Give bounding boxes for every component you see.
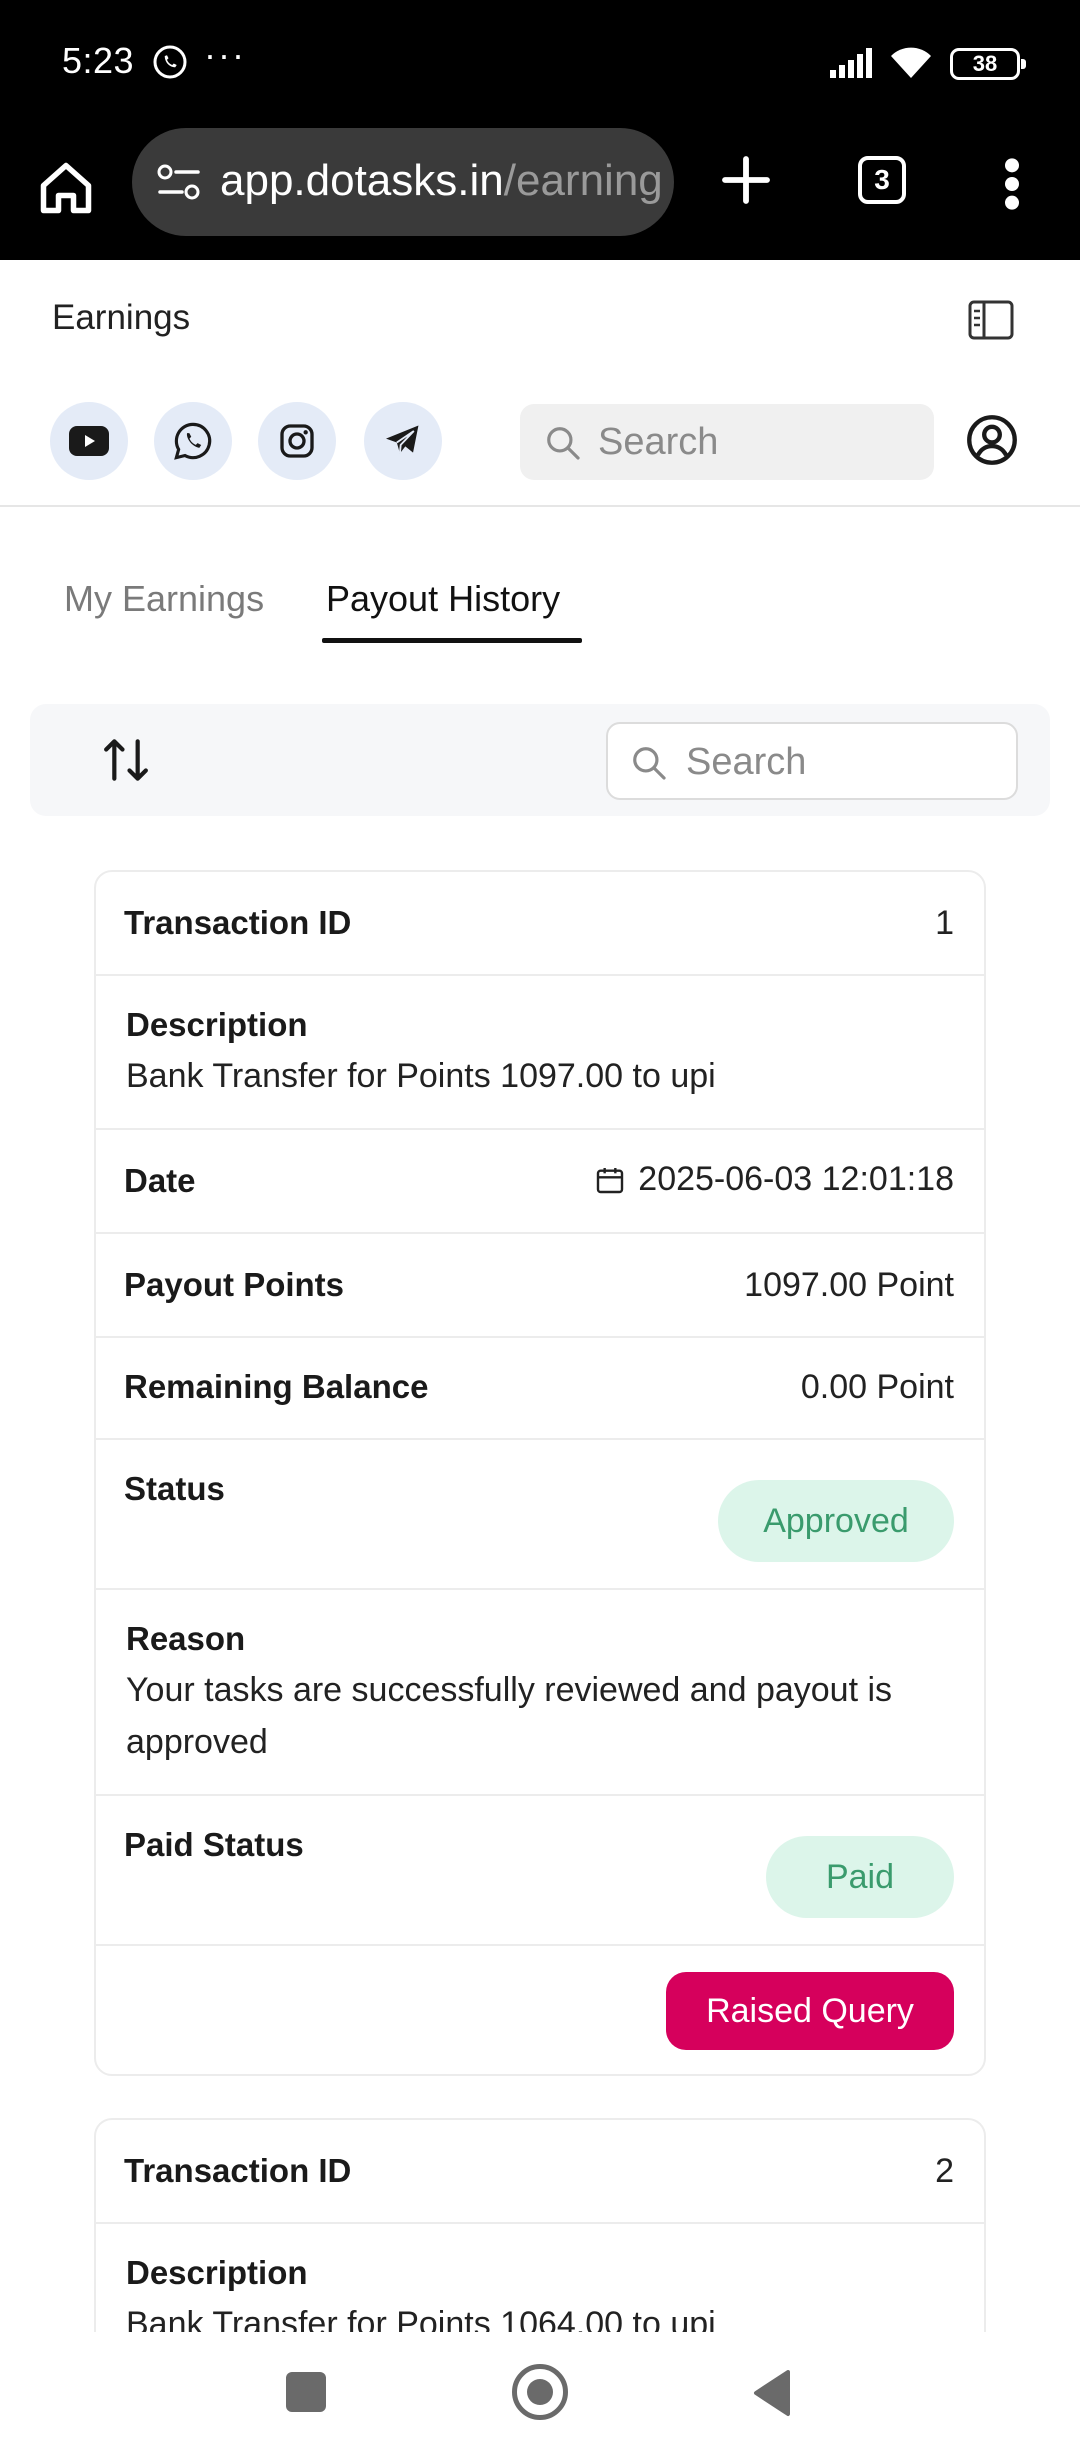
transaction-id-label: Transaction ID: [124, 2152, 352, 2189]
youtube-button[interactable]: [50, 402, 128, 480]
status-label: Status: [124, 1470, 225, 1507]
sort-icon[interactable]: [98, 732, 154, 788]
status-badge: Approved: [718, 1480, 954, 1562]
search-icon: [633, 747, 666, 780]
search-icon: [547, 427, 580, 460]
paid-status-label: Paid Status: [124, 1826, 304, 1863]
payout-search-input[interactable]: [686, 738, 1006, 786]
remaining-balance-label: Remaining Balance: [124, 1368, 429, 1405]
transaction-id-value: 1: [935, 904, 954, 942]
tab-switcher-button[interactable]: 3: [858, 156, 906, 204]
instagram-icon: [280, 424, 314, 458]
url-text[interactable]: app.dotasks.in/earning: [220, 156, 663, 206]
sidebar-toggle-icon[interactable]: [968, 300, 1014, 340]
description-value: Bank Transfer for Points 1097.00 to upi: [126, 1057, 716, 1095]
reason-label: Reason: [126, 1620, 246, 1657]
browser-toolbar: app.dotasks.in/earning 3: [0, 128, 1080, 260]
payout-points-label: Payout Points: [124, 1266, 345, 1303]
new-tab-icon[interactable]: [718, 152, 774, 208]
notification-overflow: ···: [204, 34, 246, 75]
transaction-card: Transaction ID 1 Description Bank Transf…: [94, 870, 986, 2076]
filter-bar: [30, 704, 1050, 816]
payout-search[interactable]: [606, 722, 1018, 800]
url-path: /earning: [503, 156, 663, 205]
active-tab-indicator: [322, 638, 582, 643]
transaction-id-value: 2: [935, 2152, 954, 2190]
whatsapp-button[interactable]: [154, 402, 232, 480]
recents-button[interactable]: [286, 2372, 326, 2412]
page-title: Earnings: [52, 298, 191, 337]
row-status: Status Approved: [96, 1440, 984, 1590]
address-bar[interactable]: app.dotasks.in/earning: [132, 128, 674, 236]
more-options-icon[interactable]: [1000, 156, 1024, 212]
paid-status-badge: Paid: [766, 1836, 954, 1918]
wifi-icon: [891, 47, 931, 78]
header-search[interactable]: [520, 404, 934, 480]
transaction-id-label: Transaction ID: [124, 904, 352, 941]
status-bar: 5:23 ··· 38: [0, 0, 1080, 128]
calendar-icon: [597, 1167, 624, 1193]
row-description: Description Bank Transfer for Points 109…: [96, 976, 984, 1130]
row-payout-points: Payout Points 1097.00 Point: [96, 1234, 984, 1338]
date-value-wrap: 2025-06-03 12:01:18: [594, 1160, 954, 1199]
url-host: app.dotasks.in: [220, 156, 504, 205]
status-time: 5:23: [62, 40, 135, 81]
whatsapp-notification-icon: [153, 45, 187, 79]
row-actions: Raised Query: [96, 1946, 984, 2074]
remaining-balance-value: 0.00 Point: [800, 1368, 954, 1406]
row-reason: Reason Your tasks are successfully revie…: [96, 1590, 984, 1796]
telegram-button[interactable]: [364, 402, 442, 480]
row-paid-status: Paid Status Paid: [96, 1796, 984, 1946]
youtube-icon: [69, 426, 109, 456]
home-button[interactable]: [512, 2364, 568, 2420]
row-remaining-balance: Remaining Balance 0.00 Point: [96, 1338, 984, 1440]
home-icon[interactable]: [36, 158, 96, 218]
header-search-input[interactable]: [598, 418, 918, 466]
description-label: Description: [126, 2254, 308, 2291]
date-label: Date: [124, 1162, 196, 1199]
battery-indicator: 38: [950, 48, 1026, 80]
row-date: Date 2025-06-03 12:01:18: [96, 1130, 984, 1234]
system-nav-bar: [0, 2332, 1080, 2460]
telegram-icon: [386, 425, 419, 454]
description-label: Description: [126, 1006, 308, 1043]
app-header: Earnings: [0, 260, 1080, 507]
user-avatar-icon[interactable]: [966, 414, 1018, 466]
instagram-button[interactable]: [258, 402, 336, 480]
site-settings-icon[interactable]: [156, 162, 202, 202]
payout-points-value: 1097.00 Point: [744, 1266, 954, 1304]
tab-payout-history[interactable]: Payout History: [326, 578, 560, 620]
reason-value: Your tasks are successfully reviewed and…: [126, 1671, 893, 1761]
tab-my-earnings[interactable]: My Earnings: [64, 578, 264, 620]
whatsapp-icon: [174, 422, 212, 460]
row-transaction-id: Transaction ID 1: [96, 872, 984, 976]
row-transaction-id: Transaction ID 2: [96, 2120, 984, 2224]
raised-query-button[interactable]: Raised Query: [666, 1972, 954, 2050]
back-icon[interactable]: [752, 2368, 792, 2418]
signal-icon: [830, 48, 872, 78]
date-value: 2025-06-03 12:01:18: [638, 1160, 954, 1198]
